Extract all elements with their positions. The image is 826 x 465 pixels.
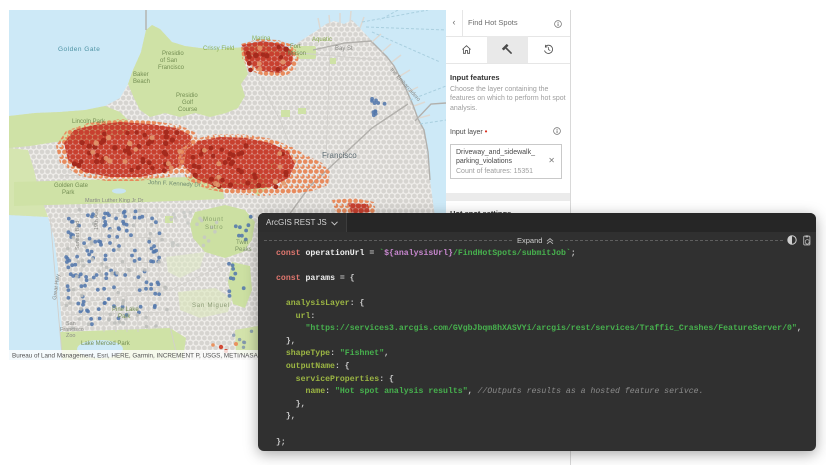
svg-text:Zoo: Zoo	[66, 333, 75, 339]
svg-text:Francisco: Francisco	[322, 151, 357, 160]
svg-text:Peaks: Peaks	[235, 247, 252, 253]
svg-text:Crissy Field: Crissy Field	[203, 46, 234, 52]
svg-text:of San: of San	[160, 58, 177, 64]
svg-text:Martin Luther King Jr Dr: Martin Luther King Jr Dr	[85, 198, 144, 204]
svg-text:Mason: Mason	[288, 51, 306, 57]
svg-text:Course: Course	[178, 107, 198, 113]
svg-text:Presidio: Presidio	[162, 51, 184, 57]
svg-text:Bay St: Bay St	[335, 46, 353, 52]
svg-text:Twin: Twin	[236, 240, 248, 246]
svg-text:Sunset Blvd: Sunset Blvd	[75, 221, 81, 250]
svg-text:Golden Gate: Golden Gate	[58, 46, 100, 53]
svg-text:19th Ave: 19th Ave	[94, 209, 100, 230]
svg-text:Francisco: Francisco	[158, 65, 185, 71]
svg-text:Beach: Beach	[133, 79, 150, 85]
svg-text:Park: Park	[62, 190, 75, 196]
svg-text:Pine Lake: Pine Lake	[112, 307, 139, 313]
svg-text:Mount: Mount	[203, 217, 224, 223]
svg-text:Sutro: Sutro	[205, 225, 223, 231]
svg-text:Golden Gate: Golden Gate	[54, 183, 89, 189]
svg-text:Marina: Marina	[252, 36, 271, 42]
svg-text:Lincoln Park: Lincoln Park	[72, 119, 106, 125]
svg-text:Bureau of Land Management, Esr: Bureau of Land Management, Esri, HERE, G…	[12, 353, 260, 360]
svg-text:Aquatic: Aquatic	[312, 37, 332, 43]
svg-text:Presidio: Presidio	[176, 93, 198, 99]
svg-text:Park: Park	[118, 314, 131, 320]
svg-text:Lake Merced Park: Lake Merced Park	[81, 341, 131, 347]
svg-text:Golf: Golf	[182, 100, 193, 106]
svg-text:Baker: Baker	[133, 72, 149, 78]
svg-text:San Miguel: San Miguel	[192, 303, 230, 309]
svg-text:Fort: Fort	[290, 44, 301, 50]
